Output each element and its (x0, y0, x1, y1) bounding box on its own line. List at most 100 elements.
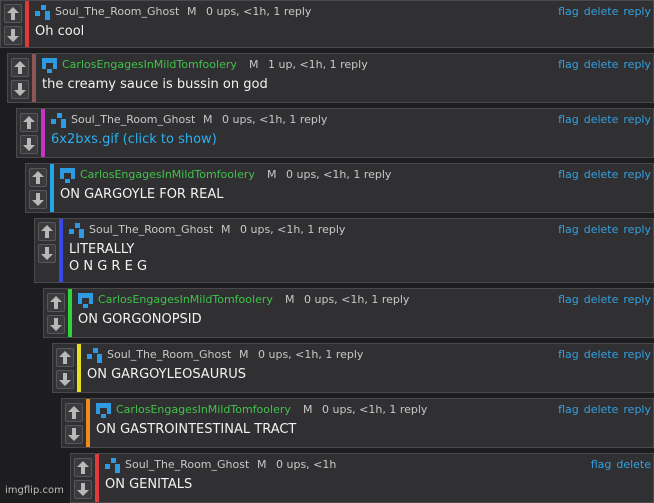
upvote-button[interactable] (65, 402, 83, 422)
upvote-button[interactable] (38, 222, 56, 241)
user-avatar-icon (69, 223, 84, 238)
reply-button[interactable]: reply (623, 403, 651, 416)
username-link[interactable]: Soul_The_Room_Ghost (71, 113, 195, 126)
comment-text: Oh cool (35, 24, 85, 39)
delete-button[interactable]: delete (584, 58, 619, 71)
mod-badge: M (203, 113, 213, 126)
flag-button[interactable]: flag (558, 113, 579, 126)
upvote-button[interactable] (4, 3, 22, 23)
upvote-button[interactable] (56, 347, 74, 367)
arrow-down-icon (77, 482, 89, 496)
username-link[interactable]: Soul_The_Room_Ghost (89, 223, 213, 236)
arrow-up-icon (59, 350, 71, 364)
reply-button[interactable]: reply (623, 348, 651, 361)
downvote-button[interactable] (38, 244, 56, 263)
arrow-up-icon (23, 115, 35, 129)
delete-button[interactable]: delete (584, 5, 619, 18)
thread-depth-bar (86, 399, 90, 447)
user-avatar-icon (78, 293, 93, 308)
arrow-down-icon (32, 192, 44, 206)
username-link[interactable]: CarlosEngagesInMildTomfoolery (116, 403, 291, 416)
downvote-button[interactable] (56, 369, 74, 389)
watermark: imgflip.com (5, 485, 64, 496)
arrow-down-icon (50, 317, 62, 331)
delete-button[interactable]: delete (584, 113, 619, 126)
username-link[interactable]: Soul_The_Room_Ghost (107, 348, 231, 361)
arrow-down-icon (14, 82, 26, 96)
delete-button[interactable]: delete (584, 223, 619, 236)
delete-button[interactable]: delete (616, 458, 651, 471)
vote-controls (53, 344, 77, 392)
flag-button[interactable]: flag (558, 5, 579, 18)
arrow-down-icon (23, 137, 35, 151)
comment: Soul_The_Room_Ghost M 0 ups, <1h, 1 repl… (16, 108, 654, 158)
flag-button[interactable]: flag (558, 168, 579, 181)
downvote-button[interactable] (29, 189, 47, 209)
mod-badge: M (303, 403, 313, 416)
mod-badge: M (221, 223, 231, 236)
arrow-up-icon (77, 460, 89, 474)
vote-controls (62, 399, 86, 447)
upvote-button[interactable] (11, 57, 29, 77)
reply-button[interactable]: reply (623, 168, 651, 181)
flag-button[interactable]: flag (558, 348, 579, 361)
comment-text: ON GARGOYLEOSAURUS (87, 367, 247, 382)
flag-button[interactable]: flag (558, 293, 579, 306)
delete-button[interactable]: delete (584, 293, 619, 306)
mod-badge: M (239, 348, 249, 361)
username-link[interactable]: CarlosEngagesInMildTomfoolery (62, 58, 237, 71)
username-link[interactable]: CarlosEngagesInMildTomfoolery (80, 168, 255, 181)
thread-depth-bar (50, 164, 54, 212)
vote-controls (71, 454, 95, 502)
mod-badge: M (257, 458, 267, 471)
delete-button[interactable]: delete (584, 403, 619, 416)
vote-controls (44, 289, 68, 337)
flag-button[interactable]: flag (591, 458, 612, 471)
comment: CarlosEngagesInMildTomfoolery M 0 ups, <… (43, 288, 654, 338)
gif-link[interactable]: 6x2bxs.gif (click to show) (51, 132, 217, 148)
upvote-button[interactable] (47, 292, 65, 312)
user-avatar-icon (60, 168, 75, 183)
thread-depth-bar (41, 109, 45, 157)
flag-button[interactable]: flag (558, 403, 579, 416)
vote-controls (35, 219, 59, 282)
downvote-button[interactable] (20, 134, 38, 154)
mod-badge: M (249, 58, 259, 71)
upvote-button[interactable] (20, 112, 38, 132)
thread-depth-bar (77, 344, 81, 392)
username-link[interactable]: Soul_The_Room_Ghost (55, 5, 179, 18)
reply-button[interactable]: reply (623, 58, 651, 71)
downvote-button[interactable] (4, 25, 22, 45)
reply-button[interactable]: reply (623, 293, 651, 306)
downvote-button[interactable] (65, 424, 83, 444)
flag-button[interactable]: flag (558, 223, 579, 236)
thread-depth-bar (25, 1, 29, 47)
thread-depth-bar (32, 54, 36, 102)
delete-button[interactable]: delete (584, 168, 619, 181)
reply-button[interactable]: reply (623, 113, 651, 126)
comment-stats: 1 up, <1h, 1 reply (268, 58, 368, 71)
comment-stats: 0 ups, <1h, 1 reply (222, 113, 328, 126)
upvote-button[interactable] (29, 167, 47, 187)
arrow-up-icon (14, 60, 26, 74)
comment: CarlosEngagesInMildTomfoolery M 1 up, <1… (7, 53, 654, 103)
comment-stats: 0 ups, <1h, 1 reply (258, 348, 364, 361)
user-avatar-icon (42, 58, 57, 73)
arrow-down-icon (7, 28, 19, 42)
upvote-button[interactable] (74, 457, 92, 477)
reply-button[interactable]: reply (623, 5, 651, 18)
flag-button[interactable]: flag (558, 58, 579, 71)
delete-button[interactable]: delete (584, 348, 619, 361)
comment-stats: 0 ups, <1h, 1 reply (322, 403, 428, 416)
downvote-button[interactable] (74, 479, 92, 499)
username-link[interactable]: CarlosEngagesInMildTomfoolery (98, 293, 273, 306)
reply-button[interactable]: reply (623, 223, 651, 236)
downvote-button[interactable] (11, 79, 29, 99)
comment-text: ON GENITALS (105, 477, 193, 492)
comment-text: ON GORGONOPSID (78, 312, 202, 327)
downvote-button[interactable] (47, 314, 65, 334)
user-avatar-icon (105, 458, 120, 473)
arrow-down-icon (59, 372, 71, 386)
arrow-up-icon (7, 6, 19, 20)
username-link[interactable]: Soul_The_Room_Ghost (125, 458, 249, 471)
